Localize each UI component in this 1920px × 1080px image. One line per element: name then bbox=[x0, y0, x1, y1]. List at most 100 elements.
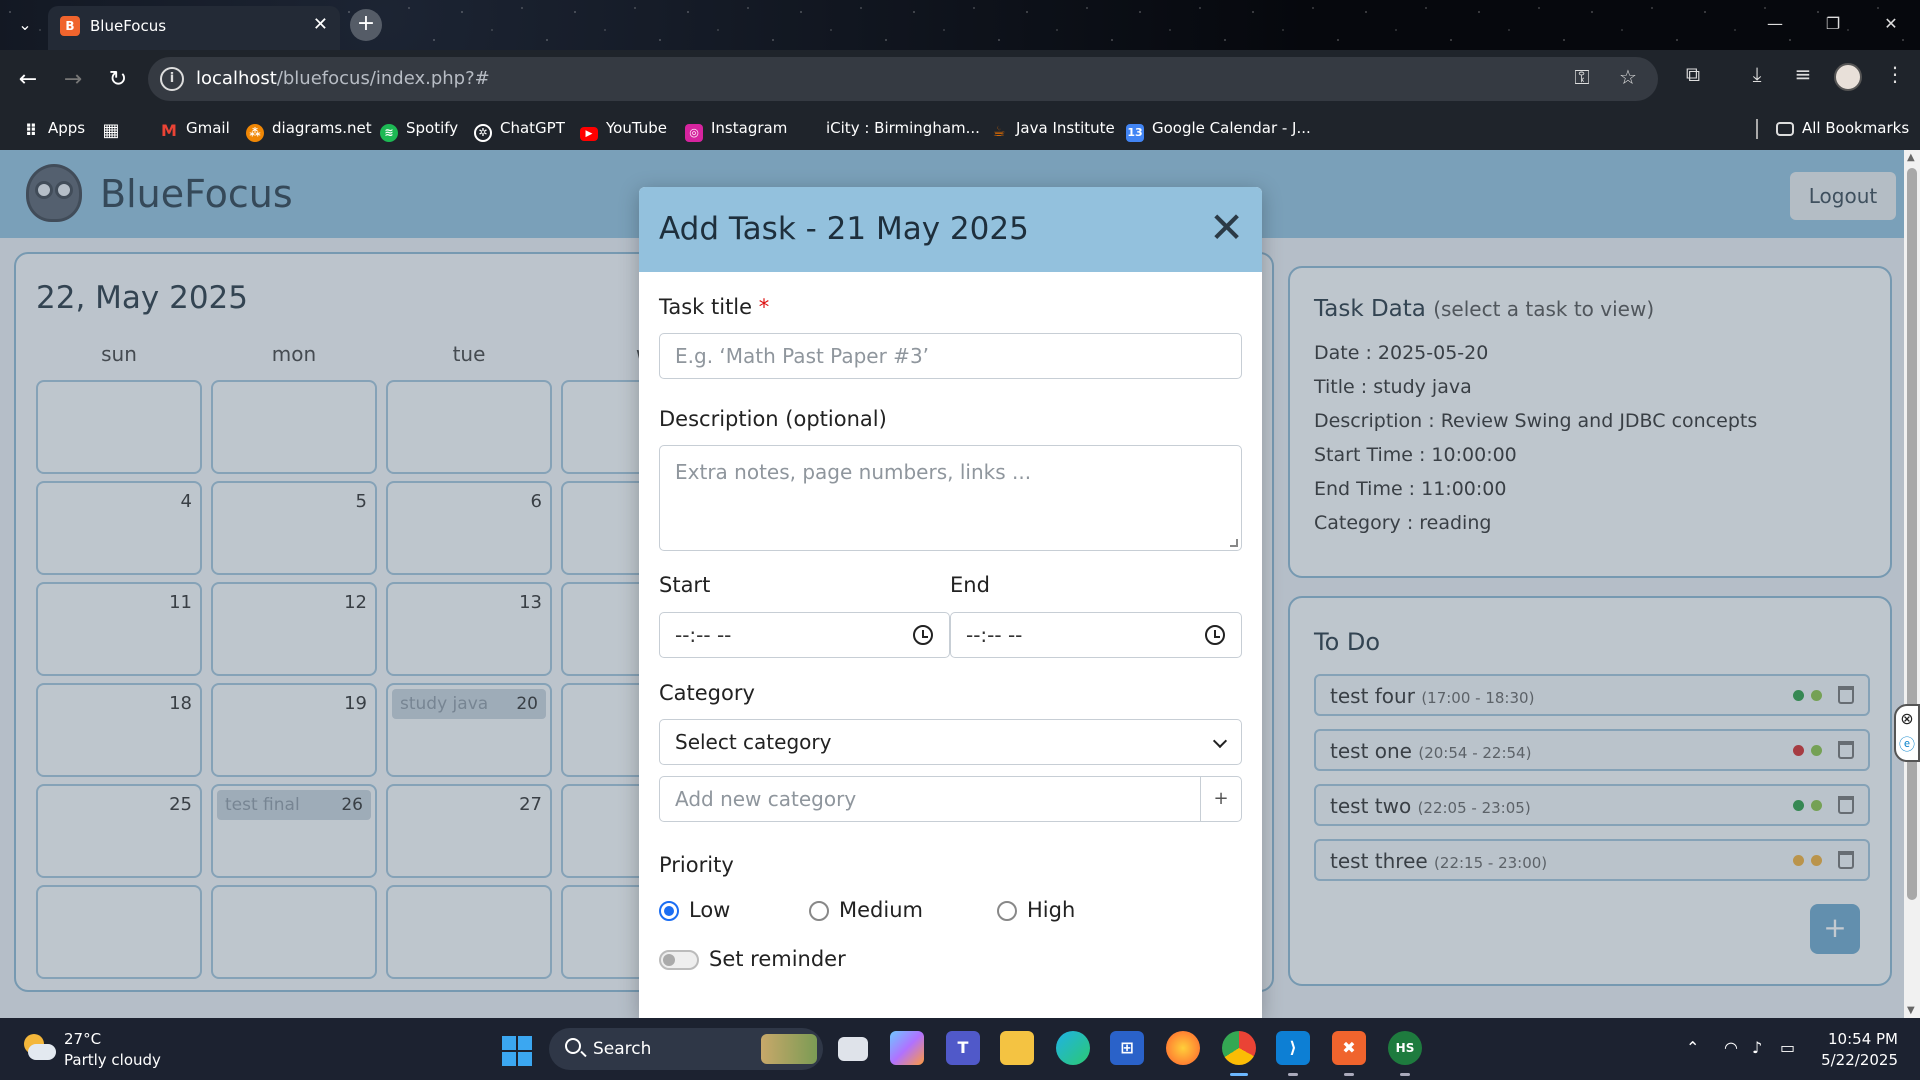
end-time-input[interactable]: --:-- -- bbox=[950, 612, 1242, 658]
radio-icon bbox=[997, 901, 1017, 921]
start-time-input[interactable]: --:-- -- bbox=[659, 612, 950, 658]
address-bar[interactable]: i localhost/bluefocus/index.php?# ⚿ ☆ bbox=[148, 57, 1658, 101]
modal-title: Add Task - 21 May 2025 bbox=[659, 211, 1029, 247]
teams-icon[interactable]: T bbox=[946, 1031, 980, 1065]
firefox-icon[interactable] bbox=[1166, 1031, 1200, 1065]
address-toolbar: ← → ↻ i localhost/bluefocus/index.php?# … bbox=[0, 50, 1920, 108]
windows-taskbar: 27°C Partly cloudy Search T ⊞ ⟩ ✖ HS ⌃ ◠… bbox=[0, 1018, 1920, 1080]
tab-close-icon[interactable]: ✕ bbox=[313, 14, 328, 35]
bookmark-spotify[interactable]: ≋ Spotify bbox=[380, 119, 458, 142]
priority-label: Priority bbox=[659, 853, 734, 877]
edge-icon[interactable] bbox=[1056, 1031, 1090, 1065]
xampp-icon[interactable]: ✖ bbox=[1332, 1031, 1366, 1076]
add-category-button[interactable]: + bbox=[1200, 776, 1242, 822]
clock-icon[interactable] bbox=[1205, 625, 1225, 645]
site-info-icon[interactable]: i bbox=[160, 67, 184, 91]
tab-search-chevron-icon[interactable]: ⌄ bbox=[12, 12, 38, 38]
add-task-modal: Add Task - 21 May 2025 ✕ Task title * E.… bbox=[639, 187, 1262, 1018]
profile-avatar[interactable] bbox=[1834, 63, 1862, 91]
category-select[interactable]: Select category bbox=[659, 719, 1242, 765]
search-highlight-image bbox=[761, 1034, 817, 1064]
taskbar-search[interactable]: Search bbox=[549, 1028, 823, 1070]
browser-tab-bluefocus[interactable]: B BlueFocus ✕ bbox=[48, 6, 340, 50]
calendar-icon: 13 bbox=[1126, 124, 1144, 142]
bookmark-instagram[interactable]: ◎ Instagram bbox=[685, 119, 787, 142]
taskbar-date[interactable]: 5/22/2025 bbox=[1818, 1051, 1898, 1069]
chatgpt-icon: ✲ bbox=[474, 124, 492, 142]
volume-icon[interactable]: ♪ bbox=[1752, 1038, 1762, 1057]
search-icon bbox=[565, 1038, 581, 1054]
taskbar-time[interactable]: 10:54 PM bbox=[1828, 1030, 1898, 1048]
bookmark-diagrams[interactable]: ⁂ diagrams.net bbox=[246, 119, 372, 142]
bookmark-java-institute[interactable]: ☕ Java Institute bbox=[990, 119, 1115, 141]
file-explorer-icon[interactable] bbox=[1000, 1031, 1034, 1065]
scrollbar-thumb[interactable] bbox=[1907, 168, 1917, 900]
restore-icon[interactable]: ❐ bbox=[1808, 0, 1858, 50]
bookmark-star-icon[interactable]: ☆ bbox=[1614, 65, 1642, 89]
scroll-up-icon[interactable]: ▲ bbox=[1907, 152, 1915, 163]
weather-temperature[interactable]: 27°C bbox=[64, 1030, 101, 1048]
weather-description[interactable]: Partly cloudy bbox=[64, 1051, 161, 1069]
page-scrollbar[interactable]: ▲ ▼ bbox=[1904, 150, 1920, 1018]
folder-icon bbox=[1776, 122, 1794, 136]
diagrams-icon: ⁂ bbox=[246, 124, 264, 142]
bookmarks-divider bbox=[1756, 119, 1758, 139]
reminder-toggle[interactable] bbox=[659, 950, 699, 970]
back-arrow-icon[interactable]: ← bbox=[10, 62, 46, 98]
new-category-input[interactable]: Add new category bbox=[659, 776, 1201, 822]
close-circle-icon[interactable]: ⊗ bbox=[1896, 706, 1918, 732]
all-bookmarks[interactable]: All Bookmarks bbox=[1776, 119, 1909, 137]
copilot-icon[interactable] bbox=[890, 1031, 924, 1065]
bookmark-chatgpt[interactable]: ✲ ChatGPT bbox=[474, 119, 565, 142]
vscode-icon[interactable]: ⟩ bbox=[1276, 1031, 1310, 1076]
e-circle-icon[interactable]: ⓔ bbox=[1896, 732, 1918, 758]
window-close-icon[interactable]: ✕ bbox=[1866, 0, 1916, 50]
task-view-icon[interactable] bbox=[838, 1037, 868, 1061]
side-extension-widget[interactable]: ⊗ ⓔ bbox=[1894, 704, 1920, 762]
hs-app-icon[interactable]: HS bbox=[1388, 1031, 1422, 1076]
forward-arrow-icon[interactable]: → bbox=[55, 62, 91, 98]
resize-handle-icon[interactable] bbox=[1230, 539, 1238, 547]
password-key-icon[interactable]: ⚿ bbox=[1568, 65, 1596, 89]
reload-icon[interactable]: ↻ bbox=[100, 62, 136, 98]
close-icon[interactable]: ✕ bbox=[1209, 207, 1244, 249]
task-title-input[interactable]: E.g. ‘Math Past Paper #3’ bbox=[659, 333, 1242, 379]
description-textarea[interactable]: Extra notes, page numbers, links ... bbox=[659, 445, 1242, 551]
modal-header: Add Task - 21 May 2025 ✕ bbox=[639, 187, 1262, 272]
apps-grid-icon: ⠿ bbox=[24, 121, 38, 140]
bookmarks-bar: ⠿ Apps ▦ M Gmail ⁂ diagrams.net ≋ Spotify ✲ C… bbox=[0, 108, 1920, 150]
bookmark-icity[interactable]: iCity : Birmingham... bbox=[826, 119, 980, 137]
bookmark-gmail[interactable]: M Gmail bbox=[160, 119, 230, 140]
downloads-icon[interactable]: ⤓ bbox=[1742, 62, 1772, 86]
new-tab-button[interactable]: + bbox=[350, 9, 382, 41]
minimize-icon[interactable]: — bbox=[1750, 0, 1800, 50]
reminder-label: Set reminder bbox=[709, 947, 846, 971]
tray-chevron-up-icon[interactable]: ⌃ bbox=[1686, 1038, 1699, 1057]
windows-start-icon[interactable] bbox=[502, 1036, 532, 1066]
browser-tab-strip: ⌄ B BlueFocus ✕ + — ❐ ✕ bbox=[0, 0, 1920, 50]
youtube-icon: ▶ bbox=[580, 127, 598, 141]
tab-title: BlueFocus bbox=[90, 17, 167, 35]
bookmark-grid[interactable]: ▦ bbox=[102, 119, 128, 140]
partly-cloudy-icon[interactable] bbox=[20, 1032, 56, 1062]
battery-icon[interactable]: ▭ bbox=[1780, 1038, 1795, 1057]
address-url[interactable]: localhost/bluefocus/index.php?# bbox=[196, 68, 490, 89]
microsoft-store-icon[interactable]: ⊞ bbox=[1110, 1031, 1144, 1065]
chrome-icon[interactable] bbox=[1222, 1031, 1256, 1076]
scroll-down-icon[interactable]: ▼ bbox=[1907, 1005, 1915, 1016]
instagram-icon: ◎ bbox=[685, 124, 703, 142]
spotify-icon: ≋ bbox=[380, 124, 398, 142]
bluefocus-favicon-icon: B bbox=[60, 16, 80, 36]
end-label: End bbox=[950, 573, 990, 597]
wifi-icon[interactable]: ◠ bbox=[1724, 1038, 1738, 1057]
grid-icon: ▦ bbox=[102, 120, 120, 141]
extensions-icon[interactable]: ⧉ bbox=[1678, 62, 1708, 86]
bookmark-apps[interactable]: ⠿ Apps bbox=[22, 119, 85, 140]
gmail-icon: M bbox=[161, 121, 177, 140]
media-controls-icon[interactable]: ≡ bbox=[1788, 62, 1818, 86]
clock-icon[interactable] bbox=[913, 625, 933, 645]
bookmark-youtube[interactable]: ▶ YouTube bbox=[580, 119, 667, 141]
radio-icon bbox=[809, 901, 829, 921]
bookmark-google-calendar[interactable]: 13 Google Calendar - J... bbox=[1126, 119, 1311, 142]
chrome-menu-icon[interactable]: ⋮ bbox=[1880, 62, 1910, 86]
